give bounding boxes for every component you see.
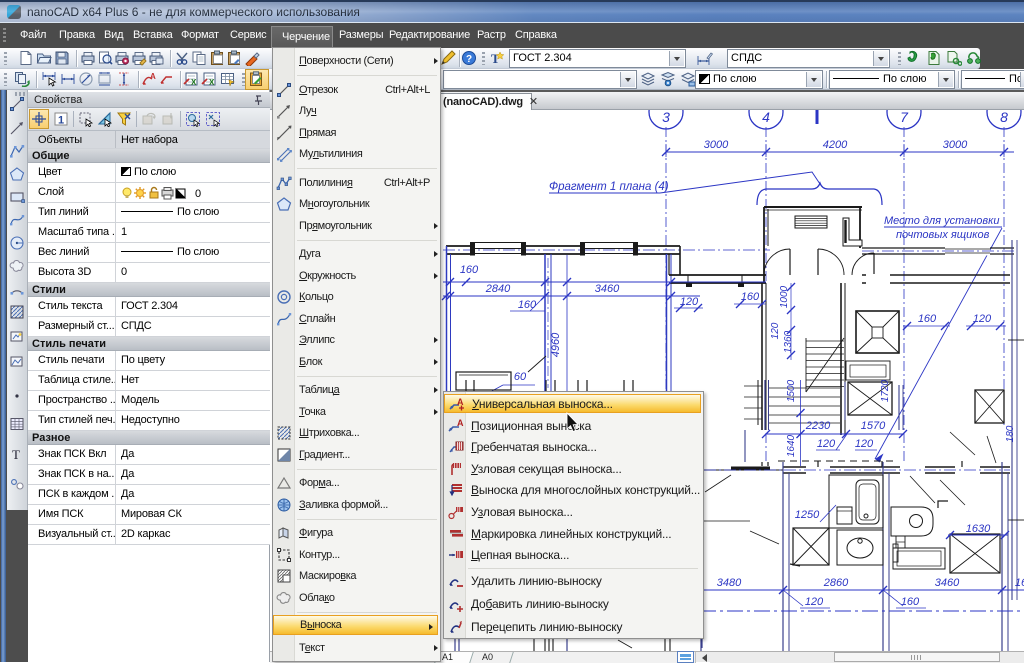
svg-text:X: X — [191, 78, 197, 87]
svg-text:160: 160 — [918, 313, 937, 325]
svg-text:16: 16 — [1015, 577, 1024, 589]
svg-text:T: T — [12, 447, 20, 462]
svg-text:7: 7 — [900, 110, 909, 125]
svg-text:180: 180 — [1005, 425, 1016, 442]
svg-text:8: 8 — [1000, 110, 1008, 125]
svg-text:2860: 2860 — [823, 577, 849, 589]
svg-text:1720: 1720 — [880, 379, 891, 402]
svg-text:1360: 1360 — [783, 330, 794, 353]
svg-text:3480: 3480 — [717, 577, 742, 589]
svg-text:120: 120 — [855, 438, 874, 450]
svg-text:1630: 1630 — [966, 523, 991, 535]
svg-text:3: 3 — [662, 110, 670, 125]
svg-text:1: 1 — [58, 115, 64, 127]
svg-text:4200: 4200 — [823, 139, 848, 151]
svg-text:60: 60 — [514, 371, 527, 383]
svg-text:120: 120 — [770, 322, 781, 339]
svg-text:4960: 4960 — [550, 332, 562, 357]
svg-text:4: 4 — [762, 110, 770, 125]
svg-text:Фрагмент 1 плана (4): Фрагмент 1 плана (4) — [549, 181, 669, 193]
svg-text:1640: 1640 — [786, 434, 797, 457]
svg-text:?: ? — [466, 54, 472, 65]
svg-text:120: 120 — [805, 596, 824, 608]
svg-text:Место для установки: Место для установки — [884, 215, 999, 227]
svg-text:120: 120 — [817, 438, 836, 450]
svg-text:3460: 3460 — [935, 577, 960, 589]
svg-text:120: 120 — [973, 313, 992, 325]
svg-text:160: 160 — [460, 264, 479, 276]
svg-text:1570: 1570 — [861, 420, 886, 432]
svg-text:X: X — [209, 78, 215, 87]
svg-text:1500: 1500 — [786, 379, 797, 402]
svg-text:1250: 1250 — [795, 509, 820, 521]
svg-text:A: A — [457, 397, 464, 407]
svg-text:2230: 2230 — [805, 420, 831, 432]
svg-text:3000: 3000 — [704, 139, 729, 151]
svg-text:A: A — [457, 418, 464, 428]
svg-text:почтовых ящиков: почтовых ящиков — [896, 229, 990, 241]
svg-text:3460: 3460 — [595, 283, 620, 295]
svg-text:2840: 2840 — [485, 283, 511, 295]
svg-text:3000: 3000 — [943, 139, 968, 151]
svg-text:A: A — [150, 72, 156, 81]
svg-text:160: 160 — [518, 299, 537, 311]
svg-text:160: 160 — [901, 596, 920, 608]
